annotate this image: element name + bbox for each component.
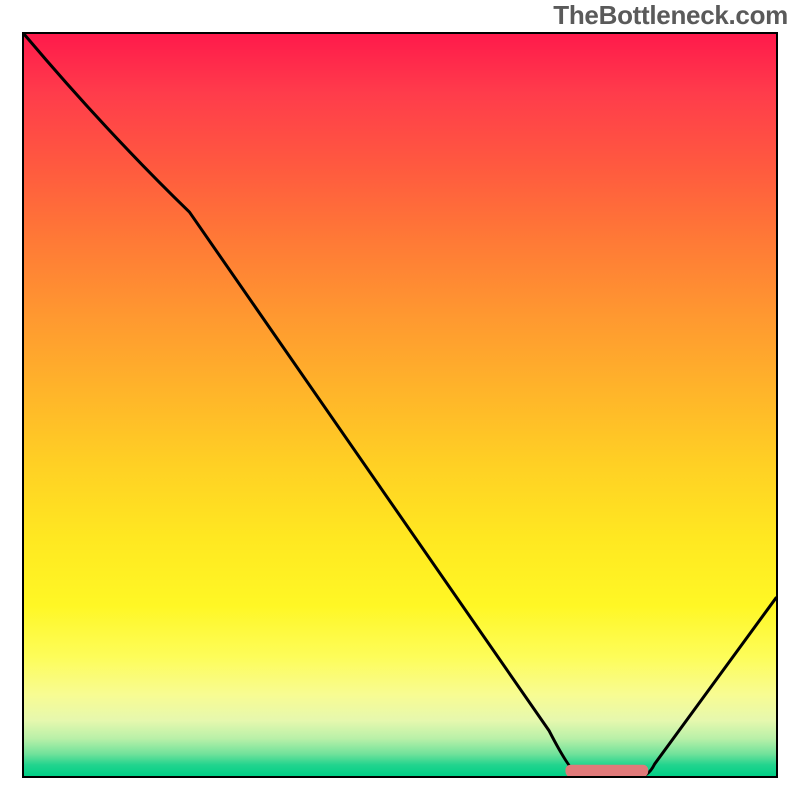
watermark-label: TheBottleneck.com: [553, 0, 788, 31]
plot-area: [22, 32, 778, 778]
optimal-marker: [565, 765, 648, 776]
bottleneck-curve: [24, 34, 776, 776]
chart-container: TheBottleneck.com: [0, 0, 800, 800]
curve-layer: [24, 34, 776, 776]
